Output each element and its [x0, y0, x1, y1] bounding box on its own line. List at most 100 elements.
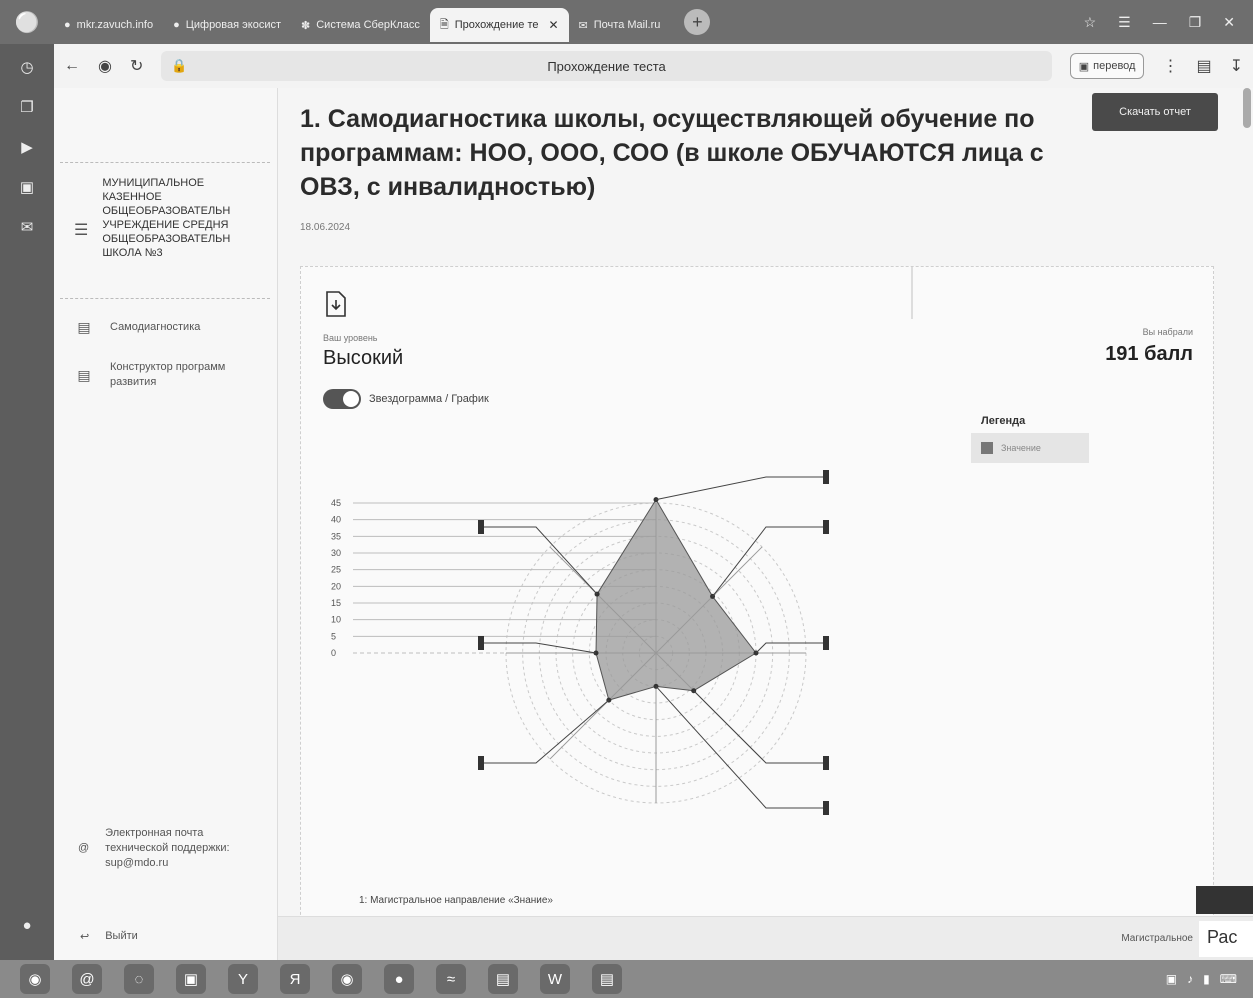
- tick-label: 40: [331, 515, 341, 525]
- assistant-button[interactable]: [1196, 886, 1253, 914]
- bookmark-icon[interactable]: ☆: [1084, 14, 1097, 31]
- yandex-browser-logo-icon[interactable]: ⚪: [0, 0, 54, 44]
- sidebar-item-selfdiagnostics[interactable]: ▤ Самодиагностика: [74, 320, 200, 335]
- leader-line: [755, 642, 826, 654]
- download-icon[interactable]: ↧: [1230, 56, 1243, 76]
- reload-icon[interactable]: ↻: [130, 56, 143, 76]
- volume-icon[interactable]: ♪: [1187, 972, 1193, 986]
- yandex-icon[interactable]: ◉: [98, 56, 112, 76]
- school-block: ☰ МУНИЦИПАЛЬНОЕ КАЗЕННОЕ ОБЩЕОБРАЗОВАТЕЛ…: [74, 176, 252, 260]
- school-name-line: УЧРЕЖДЕНИЕ СРЕДНЯ: [102, 219, 229, 231]
- school-name-line: ШКОЛА №3: [102, 247, 163, 259]
- leader-line: [655, 476, 826, 501]
- axis-marker: [823, 520, 829, 534]
- player-icon[interactable]: ▶: [21, 138, 33, 156]
- close-tab-icon[interactable]: ✕: [548, 18, 558, 32]
- page-title-in-address: Прохождение теста: [547, 58, 666, 74]
- tick-label: 35: [331, 531, 341, 541]
- school-name-line: МУНИЦИПАЛЬНОЕ: [102, 177, 205, 189]
- menu-icon[interactable]: ☰: [1118, 14, 1131, 31]
- wallet-icon[interactable]: ▣: [20, 178, 34, 196]
- tab-sberclass[interactable]: ✽ Система СберКласс: [291, 8, 430, 42]
- tab-label: Почта Mail.ru: [593, 19, 661, 31]
- reader-icon[interactable]: ▤: [1196, 56, 1211, 76]
- hamburger-icon[interactable]: ☰: [74, 220, 88, 260]
- signature-icon[interactable]: ≈: [436, 964, 466, 994]
- logout-label: Выйти: [105, 930, 138, 942]
- tab-ecosystem[interactable]: ● Цифровая экосист: [163, 8, 291, 42]
- collections-icon[interactable]: ❐: [20, 98, 33, 116]
- magistral-tab[interactable]: Магистральное: [1121, 933, 1193, 944]
- back-icon[interactable]: ←: [64, 57, 80, 75]
- tick-label: 25: [331, 565, 341, 575]
- download-report-button[interactable]: Скачать отчет: [1092, 93, 1218, 131]
- translate-label: перевод: [1093, 60, 1136, 72]
- logout-button[interactable]: ↩ Выйти: [80, 930, 138, 943]
- tab-test-active[interactable]: 🗎 Прохождение те ✕: [429, 8, 569, 42]
- keyboard-icon[interactable]: ⌨: [1220, 972, 1237, 986]
- mail-icon: ✉: [578, 19, 588, 32]
- tab-mail[interactable]: ✉ Почта Mail.ru: [569, 8, 671, 42]
- books-icon: ▤: [77, 366, 91, 383]
- more-icon[interactable]: ⋮: [1162, 56, 1178, 76]
- battery-icon[interactable]: ▮: [1203, 972, 1210, 986]
- support-text: Электронная почта технической поддержки:…: [105, 827, 230, 869]
- divider: [911, 267, 913, 319]
- network-icon[interactable]: ▣: [1166, 972, 1177, 986]
- leader-line: [693, 690, 826, 764]
- leader-line: [481, 526, 598, 595]
- history-icon[interactable]: ◷: [20, 58, 33, 76]
- window-controls: ☆ ☰ — ❐ ✕: [1084, 14, 1253, 31]
- school-name-line: ОБЩЕОБРАЗОВАТЕЛЬН: [102, 205, 231, 217]
- chart-view-toggle[interactable]: [323, 389, 361, 409]
- level-caption: Ваш уровень: [323, 333, 378, 343]
- yandex-y-icon[interactable]: Y: [228, 964, 258, 994]
- calendar-icon[interactable]: ▣: [176, 964, 206, 994]
- bottom-tab-strip: Магистральное Рас: [278, 916, 1253, 960]
- translate-button[interactable]: ▣ перевод: [1069, 53, 1145, 79]
- system-tray: ▣ ♪ ▮ ⌨: [1166, 972, 1253, 986]
- os-taskbar: ◉ @ ◌ ▣ Y Я ◉ ● ≈ ▤ W ▤ ▣ ♪ ▮ ⌨: [0, 960, 1253, 998]
- globe-icon: ●: [173, 19, 180, 31]
- address-bar: ← ◉ ↻ 🔒 Прохождение теста ▣ перевод ⋮ ▤ ↧: [54, 44, 1253, 88]
- axis-marker: [823, 756, 829, 770]
- mail-at-icon[interactable]: @: [72, 964, 102, 994]
- axis-marker: [823, 801, 829, 815]
- translate-icon: ▣: [1078, 60, 1090, 73]
- school-name-line: ОБЩЕОБРАЗОВАТЕЛЬН: [102, 233, 231, 245]
- globe-icon: ●: [64, 19, 71, 31]
- score-value: 191 балл: [1105, 343, 1193, 365]
- maximize-icon[interactable]: ❐: [1189, 14, 1202, 31]
- scrollbar-thumb[interactable]: [1243, 88, 1251, 128]
- divider: [60, 162, 270, 163]
- legend-item[interactable]: Значение: [971, 433, 1089, 463]
- support-contact[interactable]: @ Электронная почта технической поддержк…: [78, 826, 268, 871]
- mail-side-icon[interactable]: ✉: [21, 218, 34, 236]
- files-icon[interactable]: ▤: [488, 964, 518, 994]
- divider: [60, 298, 270, 299]
- new-tab-button[interactable]: +: [684, 9, 711, 35]
- yandex-ya-icon[interactable]: Я: [280, 964, 310, 994]
- tick-label: 10: [331, 615, 341, 625]
- tab-mkr[interactable]: ● mkr.zavuch.info: [54, 8, 163, 42]
- cut-tab[interactable]: Рас: [1199, 921, 1253, 957]
- alice-icon[interactable]: ●: [22, 917, 31, 934]
- globe-icon: ✽: [301, 19, 311, 32]
- level-value: Высокий: [323, 347, 404, 369]
- sidebar-item-constructor[interactable]: ▤ Конструктор программ развития: [74, 360, 250, 390]
- browser-sidebar: ◷ ❐ ▶ ▣ ✉ ●: [0, 44, 54, 960]
- minimize-icon[interactable]: —: [1153, 14, 1167, 31]
- url-field[interactable]: 🔒 Прохождение теста: [161, 51, 1052, 81]
- yandex-browser-icon[interactable]: ◉: [332, 964, 362, 994]
- word-icon[interactable]: W: [540, 964, 570, 994]
- toggle-label: Звездограмма / График: [369, 393, 489, 405]
- file-download-icon: [326, 291, 346, 317]
- axis-marker: [823, 470, 829, 484]
- close-window-icon[interactable]: ✕: [1223, 14, 1235, 31]
- direction-caption: 1: Магистральное направление «Знание»: [359, 895, 553, 906]
- media-icon[interactable]: ●: [384, 964, 414, 994]
- start-icon[interactable]: ◉: [20, 964, 50, 994]
- tick-label: 15: [331, 598, 341, 608]
- chrome-icon[interactable]: ◌: [124, 964, 154, 994]
- folder-icon[interactable]: ▤: [592, 964, 622, 994]
